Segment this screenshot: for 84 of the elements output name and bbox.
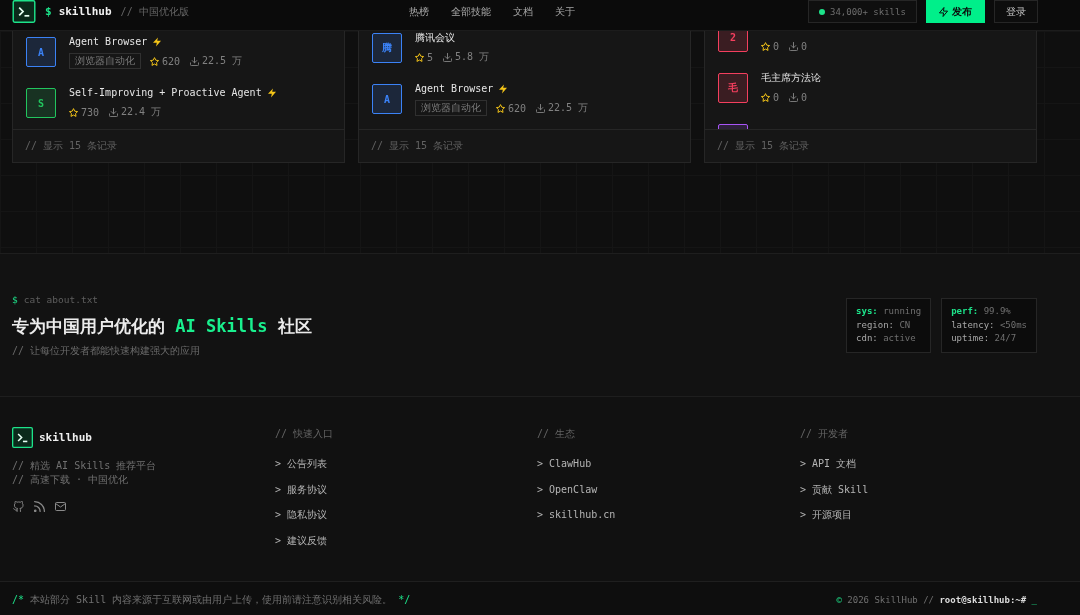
skill-title[interactable]: Agent Browser <box>69 35 148 49</box>
star-icon <box>496 103 505 113</box>
nav-link[interactable]: 文档 <box>513 4 533 19</box>
star-count: 620 <box>508 102 527 114</box>
column-heading: // 快速入口 <box>275 427 335 441</box>
record-count: // 显示 15 条记录 <box>25 139 118 153</box>
star-count: 730 <box>81 106 100 118</box>
status-line: perf: 99.9% <box>951 305 1012 319</box>
star-icon <box>150 56 159 66</box>
disclaimer-text: /* 本站部分 Skill 内容来源于互联网或由用户上传，使用前请注意识别相关风险。 */ <box>12 593 411 607</box>
download-count: 0 <box>801 91 808 103</box>
nav-link[interactable]: 热榜 <box>409 4 429 19</box>
star-icon <box>761 41 770 51</box>
skill-title[interactable]: 毛主席方法论 <box>761 71 821 85</box>
star-icon <box>69 107 78 117</box>
skill-avatar: A <box>372 84 402 114</box>
star-count: 620 <box>162 55 181 67</box>
download-count: 22.4 万 <box>121 105 162 119</box>
footer-link[interactable]: > 服务协议 <box>275 482 328 497</box>
status-line: latency: <50ms <box>951 318 1027 332</box>
terminal-logo-icon[interactable] <box>12 0 36 23</box>
footer-tagline: // 高速下载 · 中国优化 <box>12 473 130 487</box>
lightning-icon <box>939 6 948 17</box>
skill-avatar: A <box>26 37 56 67</box>
footer-link[interactable]: > 公告列表 <box>275 457 328 471</box>
skill-avatar: 毛 <box>718 73 748 103</box>
star-icon <box>761 92 770 102</box>
download-count: 22.5 万 <box>548 101 589 115</box>
nav-link[interactable]: 全部技能 <box>451 4 491 19</box>
rss-icon[interactable] <box>34 501 45 512</box>
footer-link[interactable]: > 开源项目 <box>800 508 853 523</box>
record-count: // 显示 15 条记录 <box>717 139 810 153</box>
status-line: region: CN <box>856 318 912 332</box>
about-heading: 专为中国用户优化的 AI Skills 社区 <box>12 315 312 338</box>
status-line: uptime: 24/7 <box>951 332 1018 346</box>
download-icon <box>536 103 546 113</box>
skills-count-text: 34,000+ skills <box>830 6 906 17</box>
download-count: 5.8 万 <box>455 50 490 64</box>
prompt-symbol: $ <box>45 5 52 18</box>
github-icon[interactable] <box>13 501 24 512</box>
footer-link[interactable]: > OpenClaw <box>537 482 598 497</box>
download-icon <box>789 41 799 51</box>
skill-title[interactable]: 腾讯会议 <box>415 31 455 45</box>
site-tagline: // 中国优化版 <box>120 4 189 19</box>
download-icon <box>443 52 453 62</box>
login-button[interactable]: 登录 <box>994 0 1038 23</box>
download-icon <box>190 56 200 66</box>
download-icon <box>109 107 119 117</box>
publish-button[interactable]: 发布 <box>926 0 985 23</box>
star-count: 5 <box>427 51 434 63</box>
prompt-symbol: $ <box>12 293 18 307</box>
skill-avatar: 腾 <box>372 33 402 63</box>
skill-avatar: 2 <box>718 31 748 52</box>
skill-title[interactable]: Agent Browser <box>415 82 494 96</box>
record-count: // 显示 15 条记录 <box>371 139 464 153</box>
category-tag: 浏览器自动化 <box>69 53 141 69</box>
download-icon <box>789 92 799 102</box>
footer-link[interactable]: > API 文档 <box>800 457 857 471</box>
status-line: sys: running <box>856 305 922 319</box>
command-text: cat about.txt <box>23 293 99 307</box>
footer-link[interactable]: > 隐私协议 <box>275 508 328 523</box>
download-count: 22.5 万 <box>202 54 243 68</box>
nav-link[interactable]: 关于 <box>555 4 575 19</box>
column-heading: // 生态 <box>537 427 577 441</box>
footer-link[interactable]: > 贡献 Skill <box>800 482 869 497</box>
status-line: cdn: active <box>856 332 917 346</box>
star-count: 0 <box>773 40 780 52</box>
category-tag: 浏览器自动化 <box>415 100 487 116</box>
download-count: 0 <box>801 40 808 52</box>
footer-link[interactable]: > ClawHub <box>537 457 592 471</box>
star-count: 0 <box>773 91 780 103</box>
copyright-text: © 2026 SkillHub // root@skillhub:~# _ <box>836 595 1037 605</box>
skill-title[interactable]: Self-Improving + Proactive Agent <box>69 86 262 100</box>
mail-icon[interactable] <box>55 501 66 512</box>
footer-link[interactable]: > 建议反馈 <box>275 534 328 549</box>
terminal-logo-icon[interactable] <box>12 427 33 448</box>
skill-avatar: S <box>26 88 56 118</box>
footer-brand: skillhub <box>39 431 92 444</box>
column-heading: // 开发者 <box>800 427 850 441</box>
footer-tagline: // 精选 AI Skills 推荐平台 <box>12 459 158 473</box>
footer-link[interactable]: > skillhub.cn <box>537 508 616 523</box>
about-subtitle: // 让每位开发者都能快速构建强大的应用 <box>12 344 202 358</box>
star-icon <box>415 52 424 62</box>
brand-name[interactable]: skillhub <box>58 5 112 18</box>
